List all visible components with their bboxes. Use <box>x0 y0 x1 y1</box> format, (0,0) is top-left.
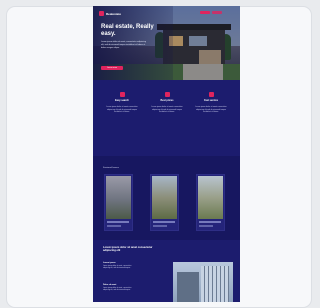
nav-button-signup[interactable] <box>212 11 222 14</box>
logo-icon <box>99 11 104 16</box>
feature-icon <box>164 92 170 97</box>
feature-card: Best prices Lorem ipsum dolor sit amet c… <box>148 92 186 114</box>
hero-section: Realestate Real estate, Really easy. Lor… <box>93 6 240 80</box>
feature-title: Best prices <box>160 99 174 102</box>
feature-text: Lorem ipsum dolor sit amet consectetur a… <box>195 106 227 114</box>
nav-button-signin[interactable] <box>200 11 210 14</box>
property-caption <box>199 221 221 223</box>
property-caption <box>199 225 213 227</box>
feature-card: Easy search Lorem ipsum dolor sit amet c… <box>103 92 141 114</box>
hero-cta-button[interactable]: Learn more <box>101 66 123 70</box>
property-card[interactable] <box>196 174 225 231</box>
driveway <box>183 64 223 80</box>
hero-title: Real estate, Really easy. <box>101 24 154 37</box>
about-subheading: Dolor sit amet <box>103 284 117 286</box>
about-section: Lorem ipsum dolor sit amet consectetur a… <box>93 240 240 302</box>
logo-text: Realestate <box>106 11 122 16</box>
feature-card: Fast service Lorem ipsum dolor sit amet … <box>192 92 230 114</box>
property-caption <box>153 225 167 227</box>
property-caption <box>153 221 175 223</box>
listings-section: Featured homes <box>93 156 240 240</box>
building-block <box>201 266 229 302</box>
website-preview[interactable]: Realestate Real estate, Really easy. Lor… <box>93 6 240 302</box>
about-text: Lorem ipsum dolor sit amet, consectetur … <box>103 266 132 270</box>
feature-text: Lorem ipsum dolor sit amet consectetur a… <box>106 106 138 114</box>
property-image <box>106 176 131 219</box>
listings-label: Featured homes <box>103 167 119 169</box>
feature-icon <box>119 92 125 97</box>
property-card[interactable] <box>104 174 133 231</box>
features-section: Easy search Lorem ipsum dolor sit amet c… <box>93 86 240 156</box>
about-heading: Lorem ipsum dolor sit amet consectetur a… <box>103 246 153 253</box>
building-image <box>173 262 233 302</box>
feature-title: Easy search <box>115 99 129 102</box>
about-text: Lorem ipsum dolor sit amet, consectetur … <box>103 288 132 292</box>
about-subheading: Lorem ipsum <box>103 262 116 264</box>
hero-text: Lorem ipsum dolor sit amet, consectetur … <box>101 41 147 49</box>
feature-text: Lorem ipsum dolor sit amet consectetur a… <box>151 106 183 114</box>
feature-icon <box>208 92 214 97</box>
property-image <box>198 176 223 219</box>
building-block <box>177 272 199 302</box>
site-logo[interactable]: Realestate <box>99 11 121 16</box>
feature-title: Fast service <box>204 99 218 102</box>
property-caption <box>107 225 121 227</box>
house-garage <box>199 50 221 64</box>
house-window <box>189 36 207 46</box>
property-card[interactable] <box>150 174 179 231</box>
property-caption <box>107 221 129 223</box>
property-image <box>152 176 177 219</box>
